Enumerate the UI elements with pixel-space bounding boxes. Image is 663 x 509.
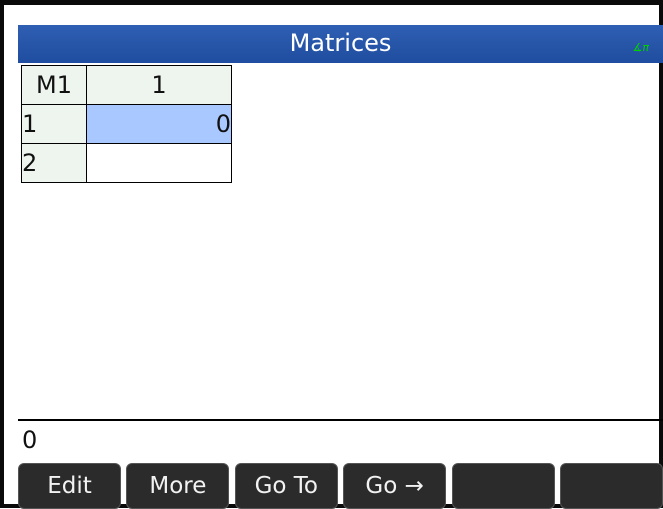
app-title: Matrices (289, 29, 392, 57)
row-header-2[interactable]: 2 (21, 143, 87, 183)
softkey-menu: Edit More Go To Go → (18, 463, 663, 509)
edit-button[interactable]: Edit (18, 463, 121, 509)
matrix-name: M1 (21, 65, 87, 105)
column-header-1[interactable]: 1 (86, 65, 232, 105)
softkey-6-blank[interactable] (559, 463, 663, 509)
entry-line[interactable]: 0 (22, 423, 37, 457)
matrix-cell-1-1[interactable]: 0 (86, 104, 232, 144)
go-to-button[interactable]: Go To (234, 463, 338, 509)
calculator-screen: Matrices ∡π M1 1 1 0 2 0 Edit More Go To… (0, 0, 663, 509)
entry-divider (18, 419, 663, 421)
title-bar: Matrices ∡π (18, 25, 663, 63)
go-direction-button[interactable]: Go → (343, 463, 447, 509)
table-row: 1 0 (21, 104, 232, 144)
row-header-1[interactable]: 1 (21, 104, 87, 144)
matrix-header-row: M1 1 (21, 65, 232, 105)
more-button[interactable]: More (126, 463, 230, 509)
matrix-grid: M1 1 1 0 2 (21, 65, 232, 183)
softkey-5-blank[interactable] (451, 463, 555, 509)
matrix-cell-2-1[interactable] (86, 143, 232, 183)
table-row: 2 (21, 143, 232, 183)
angle-mode-icon: ∡π (632, 41, 649, 54)
